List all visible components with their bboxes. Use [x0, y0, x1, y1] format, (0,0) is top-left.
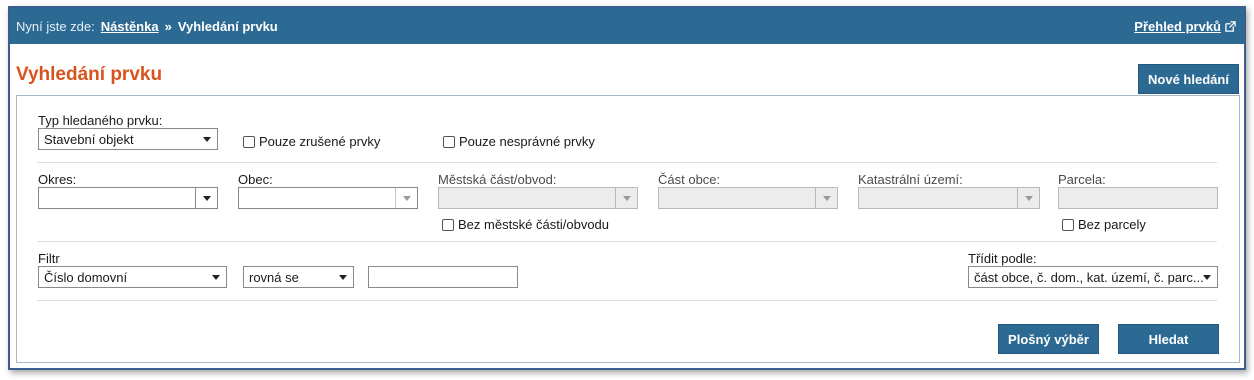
municipality-label: Obec: — [238, 172, 273, 187]
without-parcel-label: Bez parcely — [1078, 217, 1146, 232]
checkbox-box[interactable] — [442, 218, 454, 231]
element-type-select[interactable]: Stavební objekt — [38, 128, 218, 150]
district-label: Okres: — [38, 172, 77, 187]
chevron-down-icon — [203, 137, 211, 142]
parcel-label: Parcela: — [1058, 172, 1106, 187]
page-title: Vyhledání prvku — [16, 64, 163, 85]
district-dropdown-button[interactable] — [195, 188, 217, 208]
breadcrumb-current: Vyhledání prvku — [177, 18, 278, 34]
filter-label: Filtr — [38, 251, 60, 266]
divider — [37, 162, 1217, 163]
checkbox-box[interactable] — [243, 135, 255, 148]
sort-label: Třídit podle: — [968, 251, 1037, 266]
municipality-part-combobox[interactable] — [658, 187, 838, 209]
city-part-dropdown-button[interactable] — [615, 188, 637, 208]
chevron-down-icon — [623, 196, 631, 201]
municipality-combobox[interactable] — [238, 187, 418, 209]
filter-field-select[interactable]: Číslo domovní — [38, 266, 227, 288]
sort-value: část obce, č. dom., kat. území, č. parc.… — [974, 269, 1204, 285]
breadcrumb-prefix: Nyní jste zde: — [16, 18, 95, 34]
search-button[interactable]: Hledat — [1118, 324, 1219, 354]
breadcrumb-separator: » — [164, 18, 172, 34]
municipality-part-dropdown-button[interactable] — [815, 188, 837, 208]
only-incorrect-label: Pouze nesprávné prvky — [459, 134, 595, 149]
chevron-down-icon — [823, 196, 831, 201]
new-search-button[interactable]: Nové hledání — [1138, 64, 1239, 94]
only-cancelled-label: Pouze zrušené prvky — [259, 134, 381, 149]
chevron-down-icon — [203, 196, 211, 201]
chevron-down-icon — [1025, 196, 1033, 201]
breadcrumb-home-link[interactable]: Nástěnka — [101, 19, 159, 34]
top-bar: Nyní jste zde: Nástěnka » Vyhledání prvk… — [10, 8, 1244, 44]
cadastral-area-combobox[interactable] — [858, 187, 1040, 209]
without-city-part-checkbox[interactable]: Bez městské části/obvodu — [442, 217, 609, 232]
municipality-part-label: Část obce: — [658, 172, 721, 187]
external-link-icon — [1225, 20, 1236, 32]
city-part-label: Městská část/obvod: — [438, 172, 557, 187]
without-parcel-checkbox[interactable]: Bez parcely — [1062, 217, 1146, 232]
filter-value-input[interactable] — [368, 266, 518, 288]
filter-operator-value: rovná se — [249, 269, 299, 285]
without-city-part-label: Bez městské části/obvodu — [458, 217, 610, 232]
element-type-value: Stavební objekt — [44, 131, 134, 147]
overview-link-label: Přehled prvků — [1134, 18, 1221, 34]
search-form-panel: Typ hledaného prvku: Stavební objekt Pou… — [16, 95, 1240, 363]
area-select-button[interactable]: Plošný výběr — [998, 324, 1099, 354]
divider — [37, 241, 1217, 242]
divider — [37, 300, 1217, 301]
parcel-input[interactable] — [1058, 187, 1218, 209]
chevron-down-icon — [1203, 275, 1211, 280]
chevron-down-icon — [212, 275, 220, 280]
sort-select[interactable]: část obce, č. dom., kat. území, č. parc.… — [968, 266, 1218, 288]
filter-operator-select[interactable]: rovná se — [243, 266, 354, 288]
checkbox-box[interactable] — [443, 135, 455, 148]
city-part-combobox[interactable] — [438, 187, 638, 209]
filter-field-value: Číslo domovní — [44, 269, 128, 285]
district-combobox[interactable] — [38, 187, 218, 209]
overview-link[interactable]: Přehled prvků — [1134, 19, 1236, 34]
cadastral-area-dropdown-button[interactable] — [1017, 188, 1039, 208]
only-cancelled-checkbox[interactable]: Pouze zrušené prvky — [243, 134, 380, 149]
chevron-down-icon — [403, 196, 411, 201]
only-incorrect-checkbox[interactable]: Pouze nesprávné prvky — [443, 134, 595, 149]
element-type-label: Typ hledaného prvku: — [38, 113, 163, 128]
checkbox-box[interactable] — [1062, 218, 1074, 231]
app-window: Nyní jste zde: Nástěnka » Vyhledání prvk… — [8, 6, 1246, 370]
chevron-down-icon — [339, 275, 347, 280]
breadcrumb: Nyní jste zde: Nástěnka » Vyhledání prvk… — [16, 19, 278, 34]
municipality-dropdown-button[interactable] — [395, 188, 417, 208]
cadastral-area-label: Katastrální území: — [858, 172, 963, 187]
